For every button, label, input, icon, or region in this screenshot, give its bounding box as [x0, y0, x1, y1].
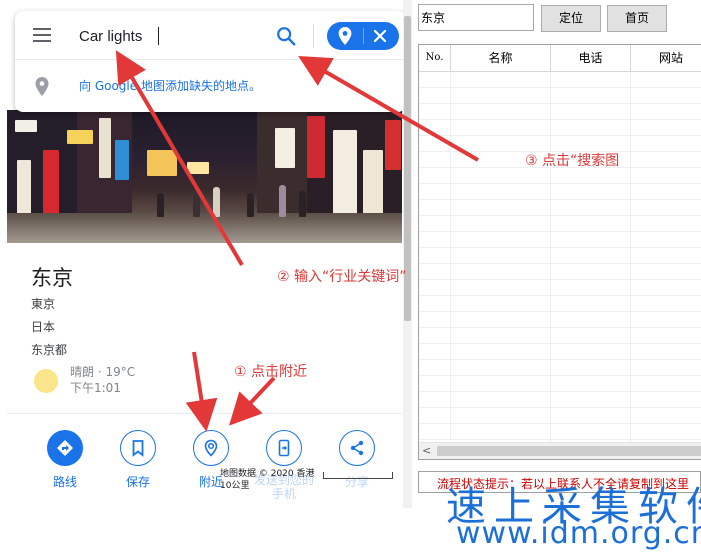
- annotation-step1: ① 点击附近: [234, 364, 308, 380]
- map-data-text: 地图数据 © 2020 香港: [220, 469, 315, 479]
- hamburger-menu-icon[interactable]: [33, 28, 51, 42]
- map-attribution: 地图数据 © 2020 香港 10公里: [220, 468, 320, 492]
- search-input[interactable]: [79, 26, 259, 46]
- search-divider: [313, 24, 314, 48]
- text-cursor: [158, 27, 159, 45]
- grid-header: No. 名称 电话 网站: [419, 45, 701, 72]
- send-to-phone-icon: [278, 439, 290, 457]
- sun-icon: [34, 369, 58, 393]
- bookmark-icon: [132, 440, 144, 457]
- location-pin-icon[interactable]: [338, 27, 352, 45]
- add-missing-place-link[interactable]: 向 Google 地图添加缺失的地点。: [79, 77, 261, 94]
- column-header-phone[interactable]: 电话: [551, 45, 631, 71]
- pill-separator: [363, 28, 364, 44]
- grid-rows: [419, 72, 701, 442]
- place-country: 日本: [31, 320, 56, 334]
- directions-icon: [57, 440, 73, 456]
- column-header-website[interactable]: 网站: [631, 45, 701, 71]
- map-scale-bar: [323, 472, 393, 479]
- grid-scroll-thumb[interactable]: [437, 446, 701, 456]
- place-region: 东京都: [31, 343, 68, 357]
- actions-divider: [7, 413, 402, 414]
- local-time: 下午1:01: [70, 381, 121, 395]
- column-header-name[interactable]: 名称: [451, 45, 551, 71]
- column-header-no[interactable]: No.: [419, 45, 451, 71]
- panel-scrollbar[interactable]: [403, 0, 412, 508]
- nearby-icon: [204, 439, 218, 457]
- place-title: 东京: [31, 266, 73, 290]
- city-input[interactable]: [418, 4, 534, 31]
- directions-close-pill[interactable]: [327, 22, 399, 50]
- save-label: 保存: [125, 475, 150, 489]
- place-pin-icon: [35, 77, 49, 96]
- map-scale-label: 10公里: [220, 481, 250, 491]
- share-button[interactable]: 分享: [332, 430, 382, 490]
- search-icon[interactable]: [275, 25, 297, 47]
- watermark-url: www.idm.org.cn: [456, 516, 701, 551]
- directions-button[interactable]: 路线: [40, 430, 90, 490]
- results-grid[interactable]: No. 名称 电话 网站 <: [418, 44, 701, 460]
- maps-side-panel: 向 Google 地图添加缺失的地点。 东京 東京 日本 东京都 晴朗 · 19…: [0, 0, 412, 508]
- close-icon[interactable]: [372, 28, 388, 44]
- locate-button[interactable]: 定位: [541, 5, 601, 32]
- home-button[interactable]: 首页: [607, 5, 667, 32]
- weather-condition: 晴朗 · 19°C: [70, 365, 136, 379]
- search-box-card: 向 Google 地图添加缺失的地点。: [15, 11, 406, 112]
- save-button[interactable]: 保存: [113, 430, 163, 490]
- grid-horizontal-scrollbar[interactable]: <: [419, 442, 701, 459]
- annotation-step2: ② 输入“行业关键词”: [277, 269, 407, 285]
- annotation-step3: ③ 点击“搜索图: [525, 153, 620, 169]
- scroll-left-arrow-icon[interactable]: <: [422, 444, 431, 457]
- card-divider: [15, 59, 406, 60]
- share-icon: [350, 440, 364, 456]
- place-hero-photo[interactable]: [7, 110, 402, 243]
- weather-info: 晴朗 · 19°C 下午1:01: [70, 364, 135, 396]
- directions-label: 路线: [52, 475, 77, 489]
- place-name-native: 東京: [31, 297, 56, 311]
